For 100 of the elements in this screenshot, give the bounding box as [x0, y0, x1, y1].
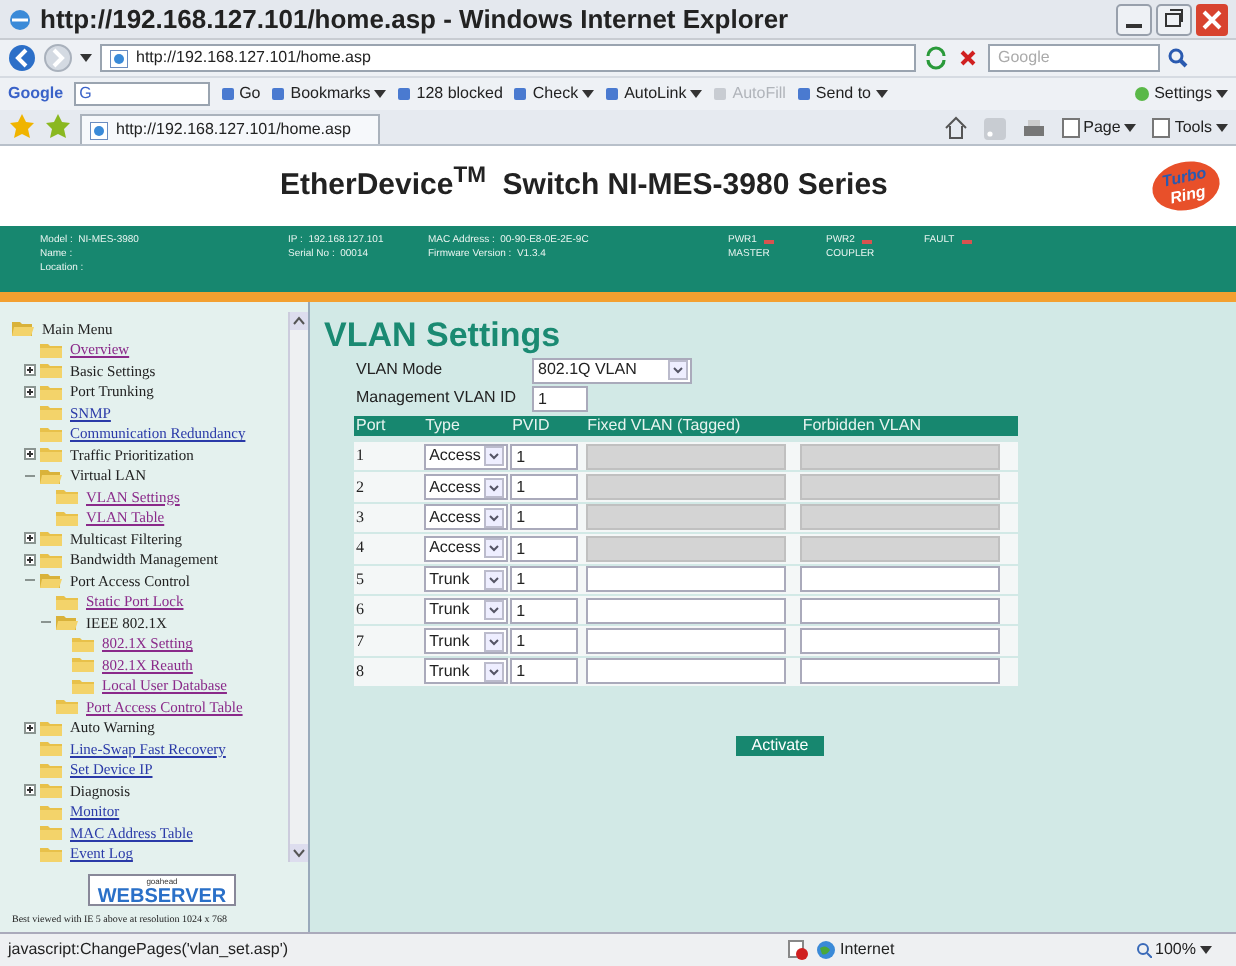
forbidden-vlan-input[interactable]: [800, 628, 1001, 655]
scroll-up-icon[interactable]: [290, 312, 308, 330]
toolbar-icon: [604, 86, 621, 102]
expand-icon[interactable]: [24, 364, 36, 377]
browser-tab[interactable]: http://192.168.127.101/home.asp: [80, 114, 380, 144]
collapse-icon[interactable]: [24, 574, 36, 587]
port-type-select[interactable]: Trunk: [423, 628, 508, 655]
restore-icon[interactable]: [1156, 3, 1192, 35]
column-header: Fixed VLAN (Tagged): [585, 416, 743, 436]
stop-icon[interactable]: [956, 46, 980, 70]
dropdown-icon[interactable]: [483, 477, 504, 498]
home-icon[interactable]: [943, 116, 968, 140]
caret-icon[interactable]: [1216, 124, 1228, 132]
print-icon[interactable]: [1021, 117, 1046, 139]
port-number: 2: [354, 475, 366, 500]
add-favorites-star-icon[interactable]: [44, 112, 72, 140]
expand-icon[interactable]: [24, 532, 36, 545]
port-number: 8: [354, 659, 366, 684]
port-number: 7: [354, 629, 366, 654]
address-field[interactable]: http://192.168.127.101/home.asp: [100, 44, 916, 72]
caret-icon[interactable]: [374, 90, 387, 98]
google-label: Google: [8, 82, 64, 106]
history-caret-icon[interactable]: [80, 54, 92, 62]
collapse-icon[interactable]: [24, 469, 36, 482]
zoom-button[interactable]: 100%: [1135, 938, 1212, 962]
dropdown-icon[interactable]: [668, 360, 688, 380]
column-header: PVID: [510, 416, 552, 436]
folder-icon: [40, 551, 62, 568]
fixed-vlan-input[interactable]: [585, 566, 786, 593]
pvid-input[interactable]: 1: [510, 597, 579, 624]
command-button[interactable]: Page: [1061, 116, 1137, 140]
scroll-down-icon[interactable]: [290, 844, 308, 862]
fixed-vlan-input[interactable]: [585, 628, 786, 655]
refresh-icon[interactable]: [924, 46, 948, 70]
caret-icon[interactable]: [1124, 124, 1137, 132]
forbidden-vlan-input[interactable]: [800, 566, 1001, 593]
collapse-icon[interactable]: [40, 616, 52, 629]
fixed-vlan-input[interactable]: [585, 597, 786, 624]
dropdown-icon[interactable]: [483, 631, 504, 652]
dropdown-icon[interactable]: [483, 538, 504, 559]
forbidden-vlan-input[interactable]: [800, 658, 1001, 685]
folder-icon: [40, 803, 62, 820]
port-number: 5: [354, 567, 366, 592]
google-search-field[interactable]: G: [73, 82, 210, 106]
command-button[interactable]: Tools: [1152, 116, 1228, 140]
dropdown-icon[interactable]: [483, 600, 504, 621]
toolbar-button[interactable]: 128 blocked: [396, 82, 503, 106]
favorites-star-icon[interactable]: [8, 112, 36, 140]
port-type-select[interactable]: Trunk: [423, 658, 508, 685]
expand-icon[interactable]: [24, 385, 36, 398]
folder-icon: [40, 845, 62, 862]
pvid-input[interactable]: 1: [510, 628, 579, 655]
caret-icon[interactable]: [1216, 90, 1228, 98]
toolbar-button[interactable]: AutoLink: [604, 82, 703, 106]
dropdown-icon[interactable]: [483, 661, 504, 682]
toolbar-button[interactable]: Bookmarks: [270, 82, 387, 106]
minimize-icon[interactable]: [1116, 3, 1152, 35]
close-icon[interactable]: [1196, 3, 1228, 35]
dropdown-icon[interactable]: [483, 446, 504, 467]
menu-item-icon: [1152, 118, 1171, 138]
folder-icon: [40, 383, 62, 400]
dropdown-icon[interactable]: [483, 507, 504, 528]
back-icon[interactable]: [8, 44, 36, 72]
expand-icon[interactable]: [24, 784, 36, 797]
field-label: Management VLAN ID: [356, 386, 519, 410]
status-text: javascript:ChangePages('vlan_set.asp'): [8, 938, 289, 962]
scrollbar[interactable]: [288, 312, 308, 862]
port-type-select[interactable]: Trunk: [423, 597, 508, 624]
menu-item-icon: [1061, 118, 1080, 138]
folder-icon: [40, 761, 62, 778]
open-folder-icon: [56, 614, 78, 631]
expand-icon[interactable]: [24, 721, 36, 734]
toolbar-icon: [712, 86, 729, 102]
port-type-select[interactable]: Trunk: [423, 566, 508, 593]
dropdown-icon[interactable]: [483, 569, 504, 590]
folder-icon: [56, 488, 78, 505]
globe-icon: [816, 940, 837, 960]
folder-icon: [40, 782, 62, 799]
caret-icon[interactable]: [1200, 946, 1212, 954]
toolbar-button[interactable]: Go: [219, 82, 261, 106]
caret-icon[interactable]: [582, 90, 595, 98]
caret-icon[interactable]: [875, 90, 887, 98]
expand-icon[interactable]: [24, 553, 36, 566]
caret-icon[interactable]: [690, 90, 703, 98]
port-number: 6: [354, 598, 366, 623]
management-vlan-input[interactable]: 1: [532, 385, 588, 411]
fixed-vlan-input[interactable]: [585, 658, 786, 685]
expand-icon[interactable]: [24, 448, 36, 461]
toolbar-button[interactable]: Check: [512, 82, 595, 106]
activate-button[interactable]: Activate: [736, 736, 824, 757]
toolbar-icon: [270, 86, 287, 102]
folder-icon: [40, 719, 62, 736]
zone-text: Internet: [840, 938, 895, 962]
vlan-mode-select[interactable]: 802.1Q VLAN: [532, 357, 692, 383]
forbidden-vlan-input[interactable]: [800, 597, 1001, 624]
settings-button[interactable]: Settings: [1134, 82, 1228, 106]
pvid-input[interactable]: 1: [510, 658, 579, 685]
toolbar-button[interactable]: Send to: [795, 82, 887, 106]
search-icon[interactable]: [1168, 48, 1188, 68]
pvid-input[interactable]: 1: [510, 566, 579, 593]
